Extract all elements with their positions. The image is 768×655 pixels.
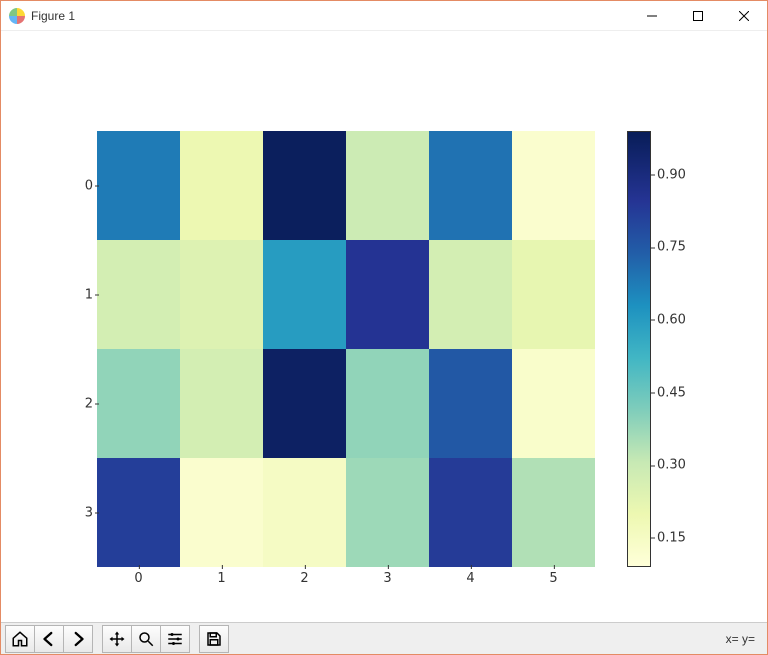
heatmap-cell <box>180 349 263 458</box>
x-tick-label: 1 <box>217 571 225 586</box>
home-button[interactable] <box>5 625 35 653</box>
heatmap-cell <box>429 349 512 458</box>
heatmap-cell <box>263 131 346 240</box>
zoom-icon <box>137 630 155 648</box>
coordinate-readout: x= y= <box>726 632 763 646</box>
save-icon <box>205 630 223 648</box>
heatmap-cell <box>180 240 263 349</box>
minimize-icon <box>647 11 657 21</box>
colorbar-tick-label: 0.60 <box>657 312 686 327</box>
heatmap-cell <box>97 458 180 567</box>
minimize-button[interactable] <box>629 1 675 31</box>
x-tick-label: 3 <box>383 571 391 586</box>
configure-subplots-button[interactable] <box>160 625 190 653</box>
maximize-icon <box>693 11 703 21</box>
heatmap-cell <box>97 131 180 240</box>
heatmap-cell <box>346 349 429 458</box>
colorbar-tick-label: 0.90 <box>657 167 686 182</box>
x-tick-label: 5 <box>549 571 557 586</box>
colorbar-tick-label: 0.75 <box>657 240 686 255</box>
colorbar-tick-label: 0.45 <box>657 385 686 400</box>
save-button[interactable] <box>199 625 229 653</box>
heatmap-cell <box>429 131 512 240</box>
heatmap-cell <box>512 131 595 240</box>
close-button[interactable] <box>721 1 767 31</box>
maximize-button[interactable] <box>675 1 721 31</box>
sliders-icon <box>166 630 184 648</box>
heatmap-cell <box>429 240 512 349</box>
heatmap-cell <box>346 458 429 567</box>
pan-button[interactable] <box>102 625 132 653</box>
colorbar-tick-label: 0.15 <box>657 530 686 545</box>
heatmap-cell <box>263 240 346 349</box>
forward-button[interactable] <box>63 625 93 653</box>
colorbar-gradient <box>628 132 650 566</box>
arrow-right-icon <box>69 630 87 648</box>
x-tick-label: 4 <box>466 571 474 586</box>
zoom-button[interactable] <box>131 625 161 653</box>
y-tick-label: 3 <box>73 505 93 520</box>
home-icon <box>11 630 29 648</box>
heatmap-cell <box>512 240 595 349</box>
x-tick-label: 2 <box>300 571 308 586</box>
heatmap-cell <box>263 349 346 458</box>
window-title: Figure 1 <box>31 9 75 23</box>
heatmap-cell <box>180 131 263 240</box>
heatmap-cell <box>512 458 595 567</box>
y-tick-label: 1 <box>73 287 93 302</box>
heatmap-cell <box>263 458 346 567</box>
move-icon <box>108 630 126 648</box>
heatmap-cell <box>97 349 180 458</box>
heatmap-cell <box>97 240 180 349</box>
heatmap-cell <box>512 349 595 458</box>
close-icon <box>739 11 749 21</box>
heatmap-cell <box>429 458 512 567</box>
heatmap-axes <box>97 131 595 567</box>
colorbar <box>627 131 651 567</box>
title-bar: Figure 1 <box>1 1 767 31</box>
y-tick-label: 2 <box>73 396 93 411</box>
heatmap-cell <box>180 458 263 567</box>
back-button[interactable] <box>34 625 64 653</box>
heatmap-cell <box>346 131 429 240</box>
plot-canvas[interactable]: 0 1 2 3 0 1 2 3 4 5 0.15 0.30 0.45 0.60 0.75 0.90 <box>1 31 767 622</box>
y-tick-label: 0 <box>73 178 93 193</box>
matplotlib-toolbar: x= y= <box>1 622 767 654</box>
heatmap-grid <box>97 131 595 567</box>
matplotlib-icon <box>9 8 25 24</box>
heatmap-cell <box>346 240 429 349</box>
app-window: Figure 1 0 1 2 3 0 1 2 3 4 5 0.15 0.30 0.45 0.60 0.7… <box>0 0 768 655</box>
x-tick-label: 0 <box>134 571 142 586</box>
arrow-left-icon <box>40 630 58 648</box>
colorbar-tick-label: 0.30 <box>657 458 686 473</box>
